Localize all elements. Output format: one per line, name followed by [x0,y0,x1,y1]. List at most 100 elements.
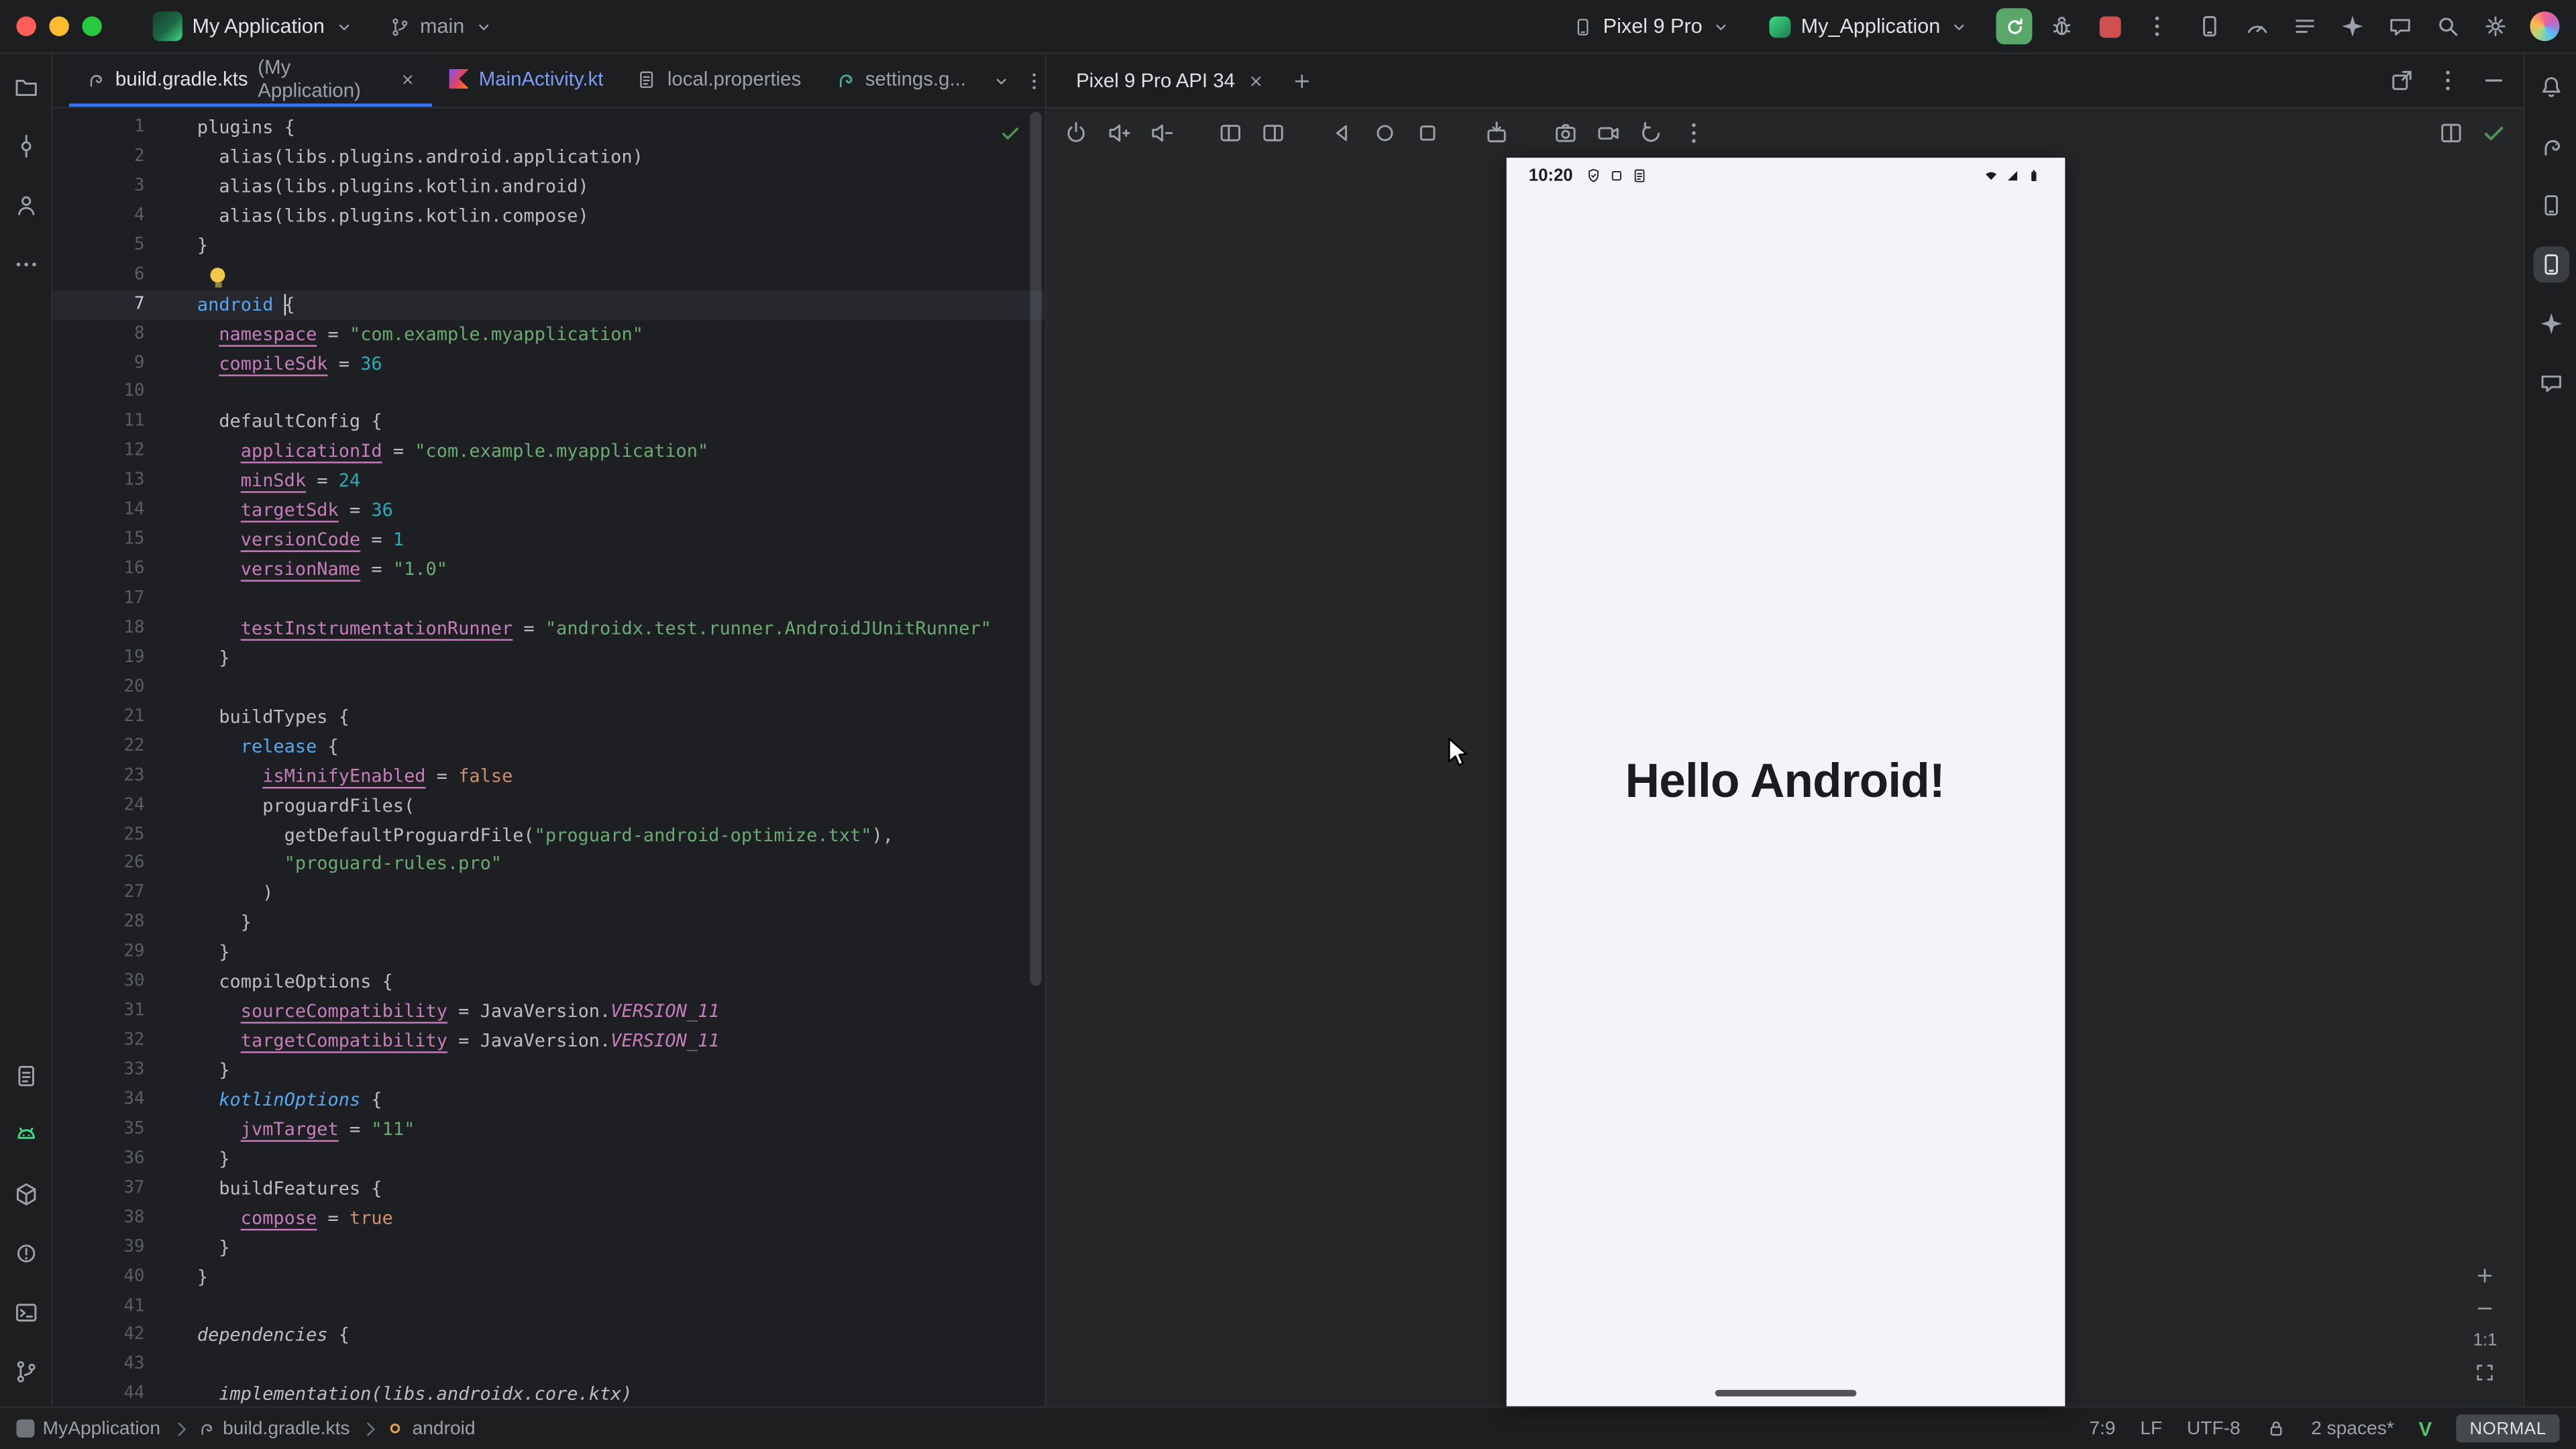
line-number[interactable]: 40 [52,1263,144,1292]
settings-icon[interactable] [2482,13,2508,40]
volume-up-icon[interactable] [1106,120,1132,146]
line-ending-widget[interactable]: LF [2140,1419,2162,1438]
encoding-widget[interactable]: UTF-8 [2187,1419,2241,1438]
editor-options-icon[interactable] [1024,70,1045,91]
line-number[interactable]: 21 [52,703,144,733]
chat-icon[interactable] [2387,13,2413,40]
close-tab-icon[interactable] [1246,72,1265,90]
pull-requests-tool-button[interactable] [7,187,44,223]
profiler-icon[interactable] [2244,13,2270,40]
readonly-lock-icon[interactable] [2265,1417,2286,1439]
hide-panel-icon[interactable] [2481,67,2507,93]
device-explorer-tool-button[interactable] [2532,187,2569,223]
user-avatar[interactable] [2530,11,2559,41]
breadcrumb-file[interactable]: build.gradle.kts [197,1419,350,1438]
line-number[interactable]: 35 [52,1116,144,1145]
vim-mode-badge[interactable]: NORMAL [2457,1415,2560,1443]
code-line-37[interactable]: 37 buildFeatures { [52,1174,1044,1203]
gemini-icon[interactable] [2339,13,2365,40]
line-number[interactable]: 31 [52,998,144,1027]
screen-record-icon[interactable] [1595,120,1621,146]
android-home-icon[interactable] [1372,120,1398,146]
code-line-22[interactable]: 22 release { [52,732,1044,761]
more-actions-icon[interactable] [2144,13,2170,40]
code-line-25[interactable]: 25 getDefaultProguardFile("proguard-andr… [52,820,1044,850]
tab-main-activity[interactable]: MainActivity.kt [433,54,620,107]
screenshot-icon[interactable] [1552,120,1578,146]
line-number[interactable]: 1 [52,113,144,143]
line-number[interactable]: 39 [52,1233,144,1263]
line-number[interactable]: 26 [52,850,144,879]
code-line-5[interactable]: 5} [52,231,1044,261]
code-editor[interactable]: 1plugins {2 alias(libs.plugins.android.a… [52,109,1044,1407]
code-line-43[interactable]: 43 [52,1351,1044,1381]
code-line-35[interactable]: 35 jvmTarget = "11" [52,1116,1044,1145]
code-line-2[interactable]: 2 alias(libs.plugins.android.application… [52,143,1044,172]
code-line-12[interactable]: 12 applicationId = "com.example.myapplic… [52,437,1044,467]
zoom-out-icon[interactable] [2475,1298,2496,1320]
code-line-44[interactable]: 44 implementation(libs.androidx.core.ktx… [52,1381,1044,1406]
terminal-tool-button[interactable] [7,1295,44,1331]
code-line-30[interactable]: 30 compileOptions { [52,968,1044,998]
gesture-navigation-bar[interactable] [1715,1390,1856,1397]
line-number[interactable]: 42 [52,1322,144,1351]
code-line-39[interactable]: 39 } [52,1233,1044,1263]
code-line-23[interactable]: 23 isMinifyEnabled = false [52,761,1044,791]
code-line-20[interactable]: 20 [52,674,1044,703]
line-number[interactable]: 20 [52,674,144,703]
line-number[interactable]: 23 [52,761,144,791]
line-number[interactable]: 27 [52,879,144,909]
breadcrumb-project[interactable]: MyApplication [16,1419,160,1438]
line-number[interactable]: 24 [52,791,144,820]
code-line-3[interactable]: 3 alias(libs.plugins.kotlin.android) [52,172,1044,202]
line-number[interactable]: 8 [52,319,144,349]
caret-position-widget[interactable]: 7:9 [2089,1419,2115,1438]
code-line-31[interactable]: 31 sourceCompatibility = JavaVersion.VER… [52,998,1044,1027]
line-number[interactable]: 18 [52,614,144,644]
code-line-28[interactable]: 28 } [52,909,1044,938]
line-number[interactable]: 17 [52,585,144,614]
logcat-icon[interactable] [2292,13,2318,40]
snapshots-icon[interactable] [1483,120,1509,146]
line-number[interactable]: 33 [52,1057,144,1086]
android-overview-icon[interactable] [1415,120,1441,146]
gradle-tool-button[interactable] [2532,128,2569,164]
rotate-left-icon[interactable] [1218,120,1244,146]
zoom-reset-label[interactable]: 1:1 [2473,1331,2498,1350]
quickfix-bulb-icon[interactable] [210,267,225,282]
editor-scrollbar[interactable] [1030,112,1042,986]
app-insights-tool-button[interactable] [7,1117,44,1153]
code-line-14[interactable]: 14 targetSdk = 36 [52,496,1044,526]
line-number[interactable]: 25 [52,820,144,850]
line-number[interactable]: 13 [52,467,144,496]
code-line-32[interactable]: 32 targetCompatibility = JavaVersion.VER… [52,1027,1044,1057]
line-number[interactable]: 28 [52,909,144,938]
indent-widget[interactable]: 2 spaces* [2311,1419,2394,1438]
line-number[interactable]: 32 [52,1027,144,1057]
code-line-6[interactable]: 6 [52,261,1044,290]
branch-selector[interactable]: main [377,10,504,43]
line-number[interactable]: 37 [52,1174,144,1203]
line-number[interactable]: 2 [52,143,144,172]
code-line-4[interactable]: 4 alias(libs.plugins.kotlin.compose) [52,202,1044,231]
code-line-11[interactable]: 11 defaultConfig { [52,408,1044,437]
code-line-29[interactable]: 29 } [52,938,1044,968]
code-line-42[interactable]: 42dependencies { [52,1322,1044,1351]
open-in-window-icon[interactable] [2389,67,2415,93]
line-number[interactable]: 3 [52,172,144,202]
zoom-window-button[interactable] [82,16,101,36]
android-back-icon[interactable] [1329,120,1355,146]
rerun-button[interactable] [1996,8,2033,44]
device-tab[interactable]: Pixel 9 Pro API 34 [1063,54,1277,107]
close-window-button[interactable] [16,16,36,36]
code-line-26[interactable]: 26 "proguard-rules.pro" [52,850,1044,879]
line-number[interactable]: 6 [52,261,144,290]
logcat-tool-button[interactable] [7,1058,44,1094]
line-number[interactable]: 4 [52,202,144,231]
line-number[interactable]: 38 [52,1203,144,1233]
tab-build-gradle[interactable]: build.gradle.kts (My Application) [69,54,433,107]
inspections-widget[interactable] [999,121,1022,144]
rotate-right-icon[interactable] [1260,120,1286,146]
code-line-24[interactable]: 24 proguardFiles( [52,791,1044,820]
code-line-10[interactable]: 10 [52,378,1044,408]
